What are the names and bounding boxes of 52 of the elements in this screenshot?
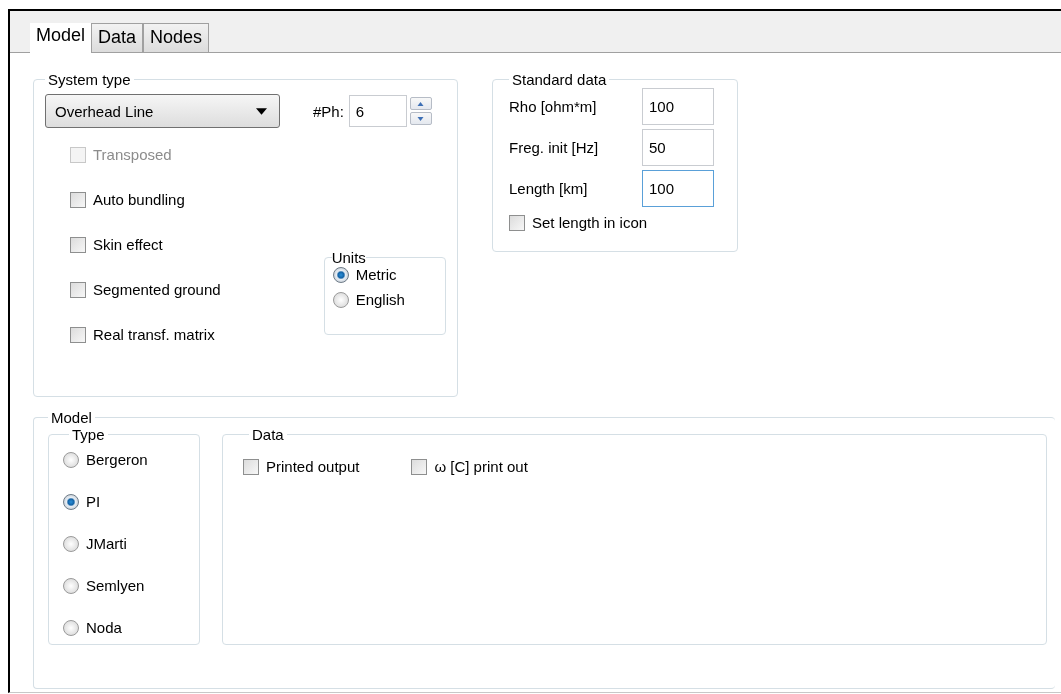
radio-button[interactable]	[63, 619, 79, 636]
input-field[interactable]: 100	[642, 170, 714, 207]
radio-label: Noda	[86, 619, 122, 636]
group-title: Type	[71, 426, 106, 443]
field-label: Length [km]	[509, 180, 589, 197]
tab[interactable]: Model	[30, 23, 92, 53]
radio-label: Semlyen	[86, 577, 145, 594]
checkbox-label: Skin effect	[93, 236, 163, 253]
checkbox[interactable]	[70, 326, 86, 343]
group-title: Standard data	[511, 71, 608, 88]
radio-button[interactable]	[63, 577, 79, 594]
checkbox[interactable]	[411, 458, 428, 475]
input-field[interactable]: 100	[642, 88, 714, 125]
checkbox[interactable]	[70, 236, 86, 253]
field-label: Rho [ohm*m]	[509, 98, 598, 115]
radio-button[interactable]	[63, 493, 79, 510]
input-field[interactable]: 6	[348, 95, 407, 127]
field-label: #Ph:	[313, 102, 344, 120]
triangle-up-icon	[416, 99, 426, 108]
triangle-down-icon	[416, 114, 426, 123]
spin-down-button[interactable]	[409, 112, 432, 125]
checkbox[interactable]	[243, 458, 259, 475]
checkbox-label: Transposed	[93, 146, 172, 163]
caret-icon	[256, 107, 267, 115]
radio-button[interactable]	[63, 451, 79, 468]
radio-label: English	[355, 291, 405, 308]
group-title: System type	[47, 71, 132, 88]
field-label: Freg. init [Hz]	[509, 139, 600, 156]
checkbox-label: Printed output	[266, 458, 360, 475]
checkbox[interactable]	[70, 191, 86, 208]
radio-label: Metric	[355, 266, 397, 283]
radio-label: Bergeron	[86, 451, 148, 468]
radio-button[interactable]	[63, 535, 79, 552]
checkbox-label: Set length in icon	[532, 214, 648, 231]
checkbox-label: ω [C] print out	[434, 458, 528, 475]
radio-button[interactable]	[332, 266, 349, 283]
group-title: Units	[331, 249, 366, 266]
radio-label: PI	[86, 493, 101, 510]
radio-label: JMarti	[86, 535, 127, 552]
tab[interactable]: Nodes	[143, 23, 210, 52]
spin-up-button[interactable]	[409, 97, 432, 110]
tab[interactable]: Data	[91, 23, 144, 52]
checkbox[interactable]	[509, 214, 525, 231]
dropdown[interactable]: Overhead Line	[45, 94, 280, 128]
group-title: Model	[50, 409, 93, 426]
input-field[interactable]: 50	[642, 129, 714, 166]
checkbox[interactable]	[70, 281, 86, 298]
checkbox-label: Real transf. matrix	[93, 326, 215, 343]
checkbox-label: Segmented ground	[93, 281, 221, 298]
checkbox-label: Auto bundling	[93, 191, 185, 208]
radio-button[interactable]	[332, 291, 349, 308]
group-title: Data	[251, 426, 285, 443]
